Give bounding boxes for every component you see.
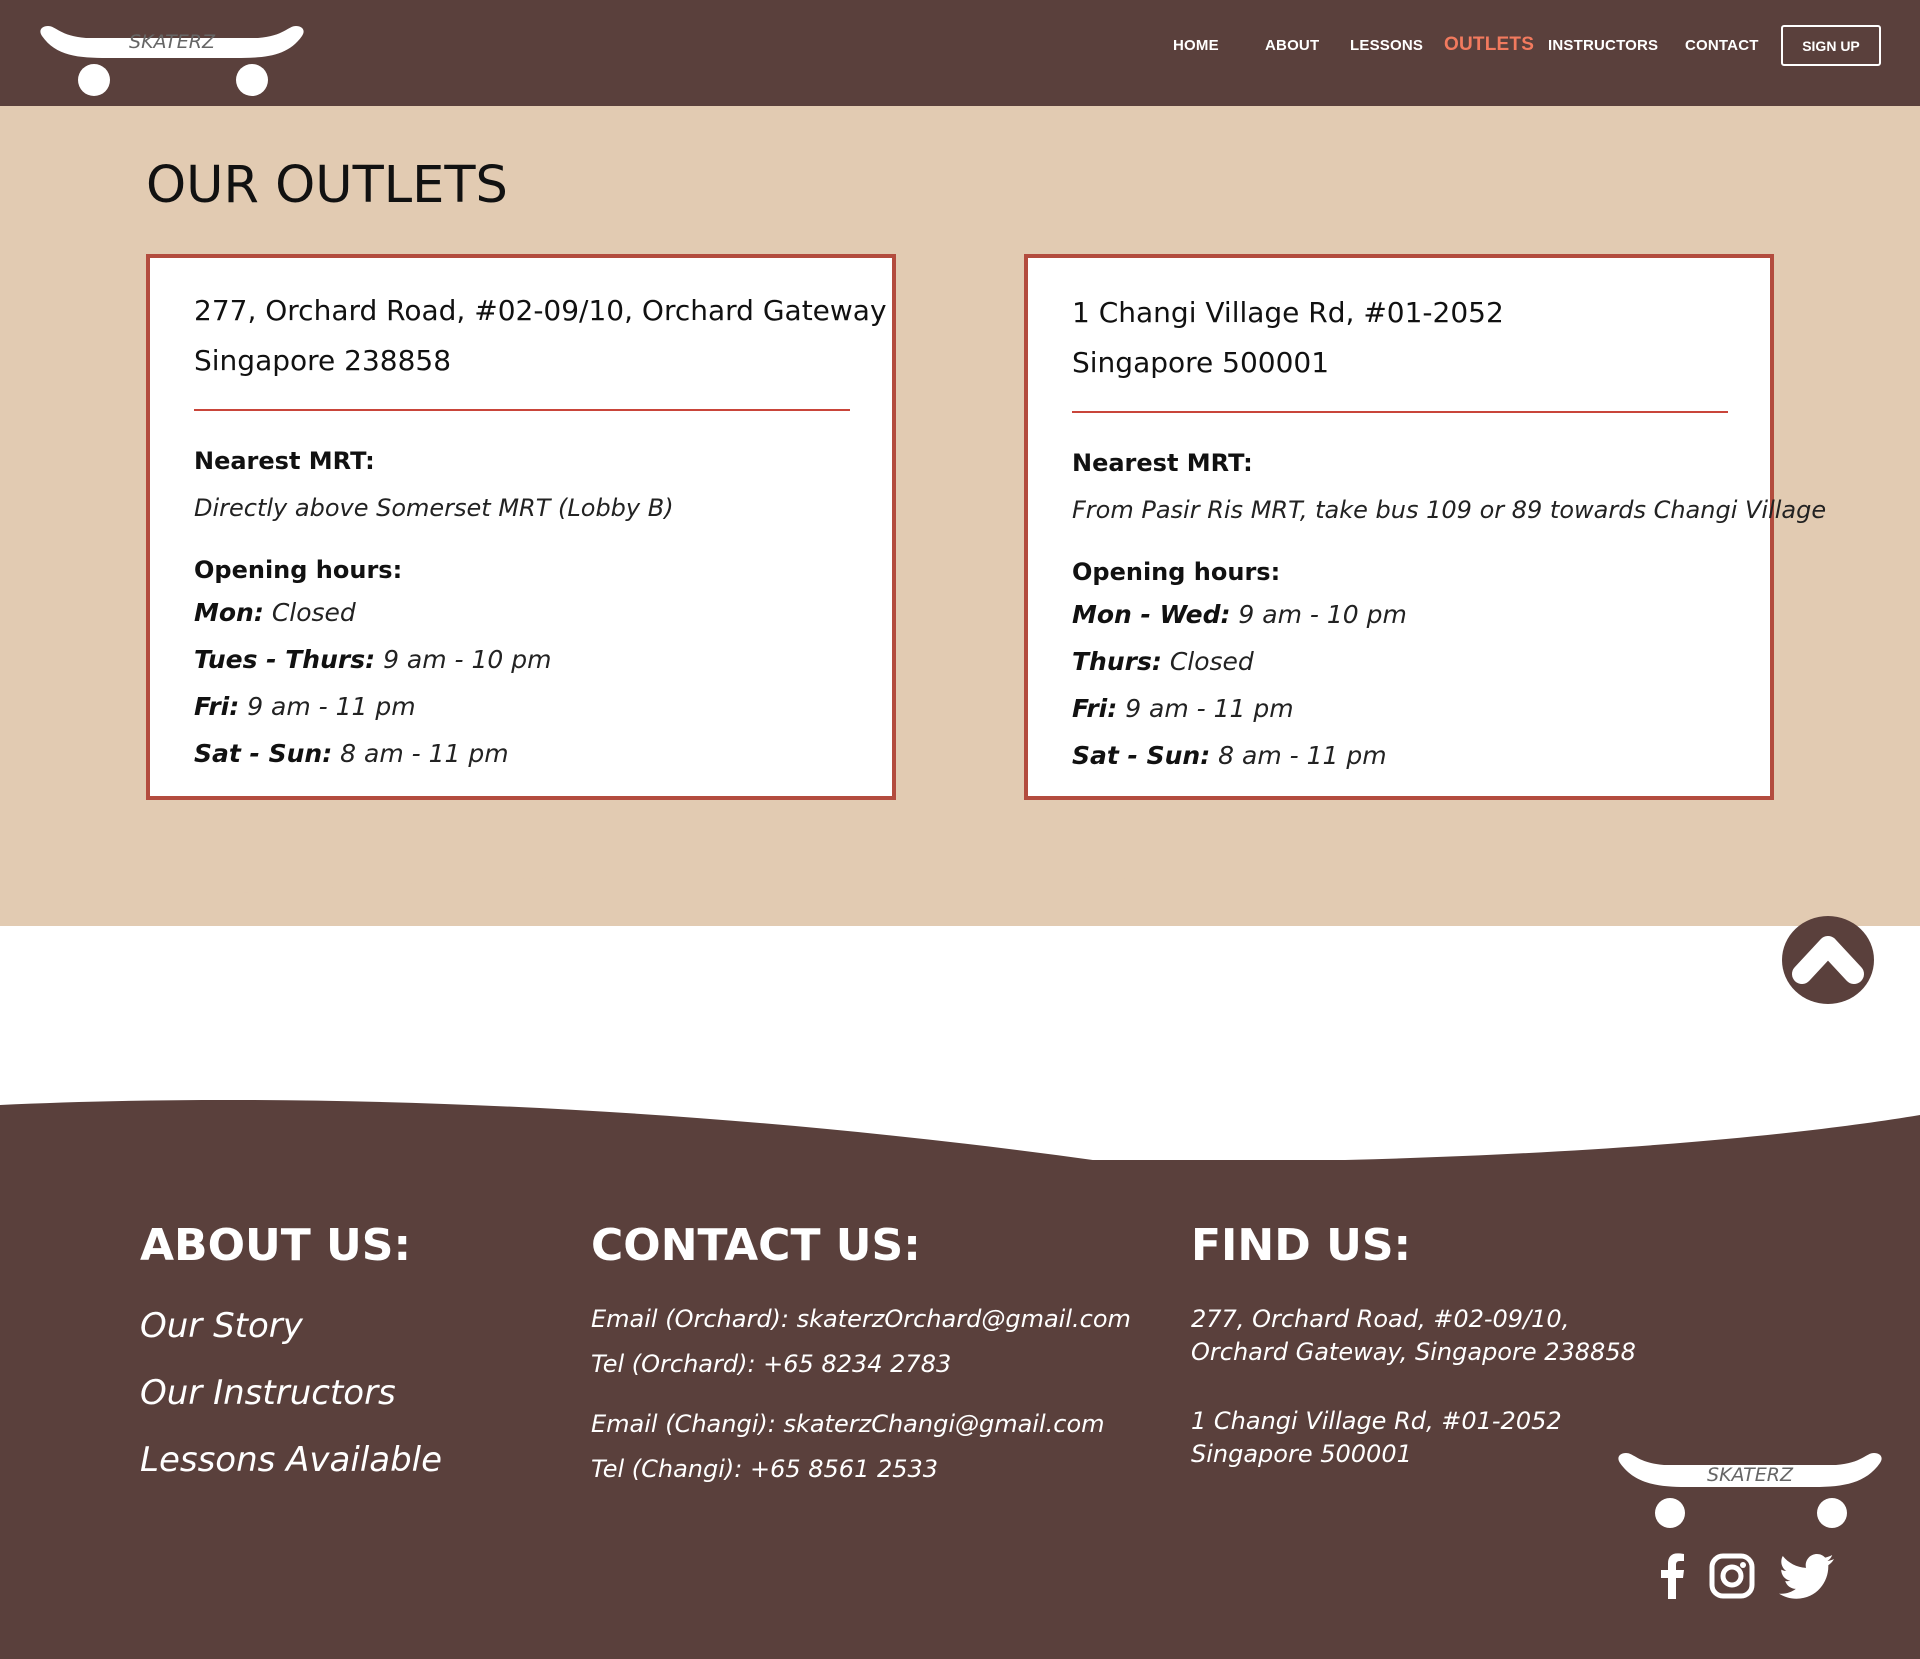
orchard-address-line: 277, Orchard Road, #02-09/10, (1191, 1305, 1570, 1333)
contact-heading: CONTACT US: (591, 1220, 921, 1271)
nav-home[interactable]: HOME (1173, 37, 1219, 54)
hours-label: Opening hours: (194, 556, 403, 584)
twitter-icon (1779, 1554, 1834, 1599)
hours-row: Tues - Thurs: 9 am - 10 pm (194, 645, 552, 674)
instagram-icon (1709, 1553, 1755, 1599)
chevron-up-icon (1792, 936, 1864, 984)
instagram-link[interactable] (1709, 1553, 1755, 1599)
nav-instructors[interactable]: INSTRUCTORS (1548, 37, 1658, 54)
our-story-link[interactable]: Our Story (140, 1306, 303, 1346)
skateboard-logo-icon: SKATERZ (1618, 1453, 1882, 1528)
hours-row: Mon - Wed: 9 am - 10 pm (1072, 600, 1407, 629)
our-instructors-link[interactable]: Our Instructors (140, 1373, 396, 1413)
logo-text: SKATERZ (129, 31, 216, 53)
mrt-label: Nearest MRT: (194, 447, 375, 475)
logo-text: SKATERZ (1707, 1464, 1794, 1486)
divider (1072, 411, 1728, 413)
outlet-address: 1 Changi Village Rd, #01-2052 Singapore … (1072, 288, 1504, 388)
hours-row: Sat - Sun: 8 am - 11 pm (194, 739, 509, 768)
hours-row: Mon: Closed (194, 598, 356, 627)
sign-up-button[interactable]: SIGN UP (1781, 25, 1881, 66)
hours-row: Fri: 9 am - 11 pm (1072, 694, 1294, 723)
wave-divider-bottom (0, 1099, 1920, 1165)
hours-row: Fri: 9 am - 11 pm (194, 692, 416, 721)
nav-about[interactable]: ABOUT (1265, 37, 1319, 54)
changi-address-line: Singapore 500001 (1191, 1440, 1412, 1468)
back-to-top-button[interactable] (1782, 916, 1874, 1004)
nav-outlets[interactable]: OUTLETS (1444, 34, 1534, 56)
orchard-address-line: Orchard Gateway, Singapore 238858 (1191, 1338, 1636, 1366)
wave-divider-top (0, 860, 1920, 916)
skateboard-logo-icon: SKATERZ (40, 26, 304, 96)
address-line: Singapore 500001 (1072, 346, 1330, 379)
site-footer: ABOUT US: Our Story Our Instructors Less… (0, 1160, 1920, 1659)
outlets-section: OUR OUTLETS 277, Orchard Road, #02-09/10… (0, 106, 1920, 926)
site-header: SKATERZ HOME ABOUT LESSONS OUTLETS INSTR… (0, 0, 1920, 106)
lessons-available-link[interactable]: Lessons Available (140, 1440, 442, 1480)
mrt-text: From Pasir Ris MRT, take bus 109 or 89 t… (1072, 496, 1827, 524)
find-heading: FIND US: (1191, 1220, 1412, 1271)
nav-lessons[interactable]: LESSONS (1350, 37, 1423, 54)
changi-address-line: 1 Changi Village Rd, #01-2052 (1191, 1407, 1562, 1435)
footer-logo[interactable]: SKATERZ (1616, 1443, 1884, 1529)
address-line: Singapore 238858 (194, 344, 452, 377)
email-orchard[interactable]: Email (Orchard): skaterzOrchard@gmail.co… (591, 1305, 1131, 1333)
skaterz-logo[interactable]: SKATERZ (38, 12, 306, 98)
nav-contact[interactable]: CONTACT (1685, 37, 1759, 54)
tel-orchard[interactable]: Tel (Orchard): +65 8234 2783 (591, 1350, 951, 1378)
mrt-label: Nearest MRT: (1072, 449, 1253, 477)
twitter-link[interactable] (1779, 1553, 1835, 1599)
outlet-address: 277, Orchard Road, #02-09/10, Orchard Ga… (194, 286, 887, 386)
outlet-card-changi: 1 Changi Village Rd, #01-2052 Singapore … (1024, 254, 1826, 800)
address-line: 277, Orchard Road, #02-09/10, Orchard Ga… (194, 294, 887, 327)
email-changi[interactable]: Email (Changi): skaterzChangi@gmail.com (591, 1410, 1105, 1438)
facebook-icon (1661, 1553, 1684, 1599)
facebook-link[interactable] (1658, 1553, 1686, 1599)
page-title: OUR OUTLETS (146, 156, 508, 215)
divider (194, 409, 850, 411)
hours-row: Thurs: Closed (1072, 647, 1254, 676)
about-heading: ABOUT US: (140, 1220, 412, 1271)
outlet-card-orchard: 277, Orchard Road, #02-09/10, Orchard Ga… (146, 254, 896, 800)
hours-row: Sat - Sun: 8 am - 11 pm (1072, 741, 1387, 770)
mrt-text: Directly above Somerset MRT (Lobby B) (194, 494, 674, 522)
hours-label: Opening hours: (1072, 558, 1281, 586)
address-line: 1 Changi Village Rd, #01-2052 (1072, 296, 1504, 329)
tel-changi[interactable]: Tel (Changi): +65 8561 2533 (591, 1455, 938, 1483)
